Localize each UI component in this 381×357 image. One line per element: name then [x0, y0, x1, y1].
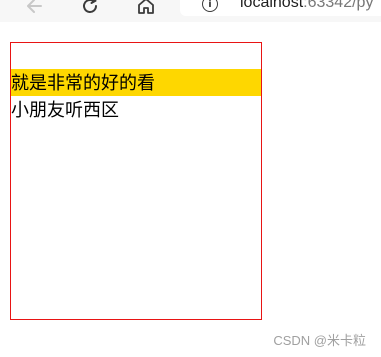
home-icon [138, 0, 154, 14]
page-content: 就是非常的好的看 小朋友听西区 CSDN @米卡粒 [0, 22, 381, 357]
bordered-box: 就是非常的好的看 小朋友听西区 [10, 42, 262, 320]
browser-toolbar: i localhost:63342/py [0, 0, 381, 22]
info-icon[interactable]: i [202, 0, 218, 12]
arrow-left-icon [27, 0, 42, 13]
url-host: localhost [240, 0, 304, 11]
url-path: :63342/py [303, 0, 374, 11]
text-line: 小朋友听西区 [11, 100, 119, 121]
address-bar[interactable]: i localhost:63342/py [180, 0, 381, 16]
back-button[interactable] [20, 0, 48, 20]
url-text: localhost:63342/py [240, 0, 373, 12]
refresh-icon [83, 0, 97, 13]
refresh-button[interactable] [76, 0, 104, 20]
watermark: CSDN @米卡粒 [273, 333, 366, 348]
home-button[interactable] [132, 0, 160, 20]
highlighted-text-line: 就是非常的好的看 [11, 69, 261, 96]
